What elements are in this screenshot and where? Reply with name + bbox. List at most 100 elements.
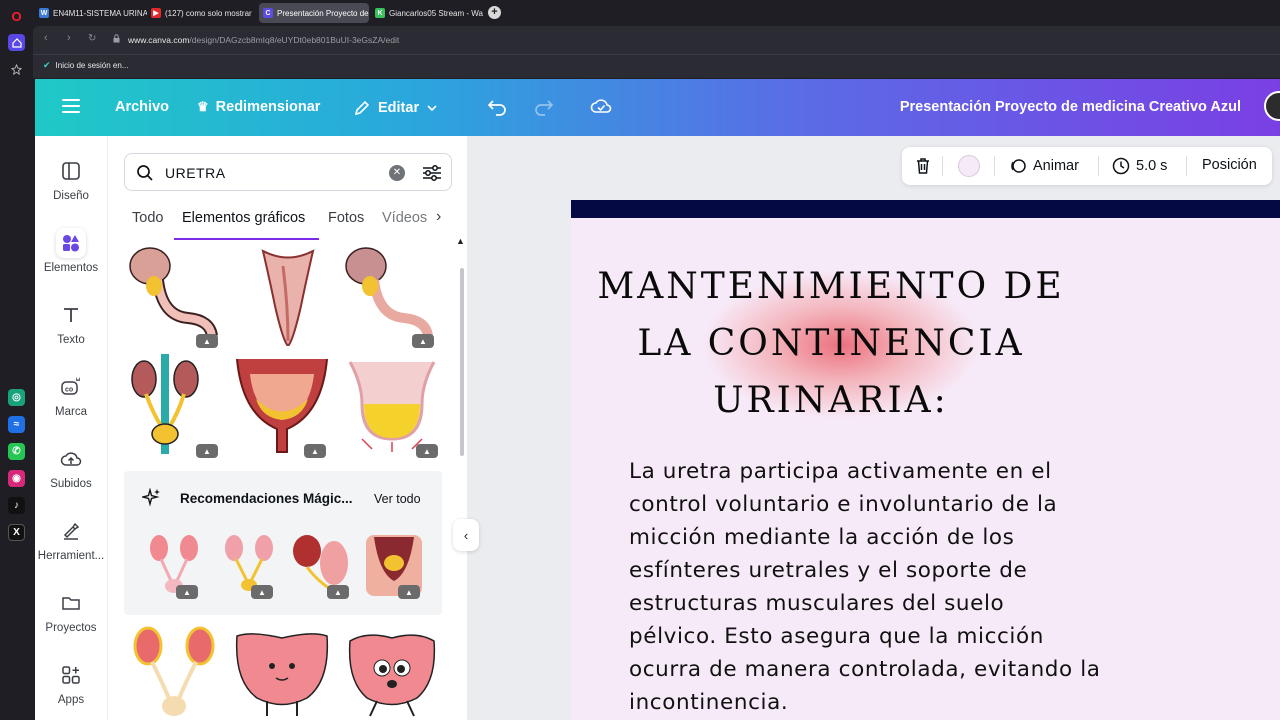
sidebar-item-projects[interactable]: Proyectos	[35, 588, 107, 634]
element-toolbar: Animar 5.0 s Posición	[902, 147, 1272, 185]
opera-logo-icon[interactable]: O	[8, 8, 25, 25]
sidebar-item-elements[interactable]: Elementos	[35, 228, 107, 274]
bookmark-favicon-icon: ✔	[43, 60, 51, 70]
graphic-urinary-system[interactable]: ▲	[128, 354, 218, 458]
archivo-button[interactable]: Archivo	[115, 99, 169, 115]
scroll-up-icon[interactable]: ▲	[456, 236, 465, 246]
bookmark-item[interactable]: ✔ Inicio de sesión en...	[43, 60, 128, 71]
rec-graphic-pelvis[interactable]: ▲	[364, 533, 424, 599]
clear-search-icon[interactable]: ✕	[389, 165, 405, 181]
opera-sidebar: O ◎ ≈ ✆ ◉ ♪ X	[0, 0, 33, 720]
collapse-panel-button[interactable]: ‹	[453, 519, 479, 551]
instagram-icon[interactable]: ◉	[8, 470, 25, 487]
background-color-swatch[interactable]	[958, 155, 980, 177]
magic-recommendations: Recomendaciones Mágic... Ver todo ▲ ▲ ▲ …	[124, 471, 442, 615]
redo-icon[interactable]	[534, 98, 554, 116]
search-icon	[137, 165, 153, 181]
menu-icon[interactable]	[62, 99, 80, 113]
rec-graphic-kidneys[interactable]: ▲	[144, 533, 204, 599]
search-input[interactable]: URETRA ✕	[124, 153, 452, 191]
editor-header: Archivo ♛ Redimensionar Editar Presentac…	[35, 79, 1280, 136]
ver-todo-link[interactable]: Ver todo	[374, 492, 421, 506]
graphic-bladder-section[interactable]	[243, 246, 333, 348]
position-button[interactable]: Posición	[1202, 157, 1257, 173]
sidebar-item-apps[interactable]: Apps	[35, 660, 107, 706]
side-navigation: Diseño Elementos Texto co Marca Subidos …	[35, 136, 107, 720]
pro-badge-icon: ▲	[416, 444, 438, 458]
graphic-urinary-tract[interactable]	[132, 626, 217, 720]
home-icon[interactable]	[8, 34, 25, 51]
chevron-right-icon[interactable]: ›	[436, 208, 441, 226]
tab-todo[interactable]: Todo	[132, 210, 163, 226]
x-icon[interactable]: X	[8, 524, 25, 541]
pro-badge-icon: ▲	[196, 334, 218, 348]
graphic-urethra-male[interactable]: ▲	[128, 246, 218, 348]
new-tab-button[interactable]: +	[488, 6, 501, 19]
bookmarks-bar: ✔ Inicio de sesión en...	[33, 54, 1280, 78]
slide[interactable]: MANTENIMIENTO DE LA CONTINENCIA URINARIA…	[571, 200, 1280, 720]
pencil-icon	[354, 100, 370, 116]
canva-app: Archivo ♛ Redimensionar Editar Presentac…	[35, 79, 1280, 720]
messenger-icon[interactable]: ≈	[8, 416, 25, 433]
reload-icon[interactable]: ↻	[88, 33, 96, 44]
duration-button[interactable]: 5.0 s	[1112, 157, 1167, 175]
whatsapp-icon[interactable]: ✆	[8, 443, 25, 460]
tab-favicon-icon: ▶	[151, 8, 161, 18]
browser-tab-bar: W EN4M11-SISTEMA URINA ▶ (127) como solo…	[33, 0, 1280, 26]
tab-fotos[interactable]: Fotos	[328, 210, 364, 226]
url-field[interactable]: www.canva.com/design/DAGzcb8mIq8/eUYDt0e…	[128, 35, 399, 45]
tiktok-icon[interactable]: ♪	[8, 497, 25, 514]
address-bar: ‹ › ↻ www.canva.com/design/DAGzcb8mIq8/e…	[33, 26, 1280, 54]
slide-body-text[interactable]: La uretra participa activamente en el co…	[629, 455, 1129, 719]
sidebar-item-design[interactable]: Diseño	[35, 156, 107, 202]
browser-tab[interactable]: K Giancarlos05 Stream - Wa	[371, 3, 483, 23]
graphic-bladder-cross[interactable]: ▲	[232, 354, 332, 458]
sidebar-item-text[interactable]: Texto	[35, 300, 107, 346]
sidebar-item-uploads[interactable]: Subidos	[35, 444, 107, 490]
pro-badge-icon: ▲	[196, 444, 218, 458]
animate-button[interactable]: Animar	[1009, 157, 1079, 175]
sidebar-item-brand[interactable]: co Marca	[35, 372, 107, 418]
rec-graphic-kidney-section[interactable]: ▲	[289, 533, 354, 599]
panel-tabs: Todo Elementos gráficos Fotos Vídeos ›	[124, 208, 452, 240]
undo-icon[interactable]	[487, 98, 507, 116]
upload-icon	[56, 444, 86, 474]
browser-tab[interactable]: W EN4M11-SISTEMA URINA	[35, 3, 147, 23]
lock-icon	[113, 34, 120, 43]
text-icon	[56, 300, 86, 330]
sidebar-item-tools[interactable]: Herramient...	[35, 516, 107, 562]
graphic-bladder-urine[interactable]: ▲	[342, 354, 442, 458]
document-title[interactable]: Presentación Proyecto de medicina Creati…	[900, 99, 1241, 115]
trash-icon[interactable]	[914, 157, 932, 175]
edit-button[interactable]: Editar	[353, 99, 438, 117]
pro-badge-icon: ▲	[251, 585, 273, 599]
tab-videos[interactable]: Vídeos	[382, 210, 427, 226]
graphic-bladder-character[interactable]	[342, 626, 442, 720]
cloud-saved-icon[interactable]	[590, 96, 612, 116]
tab-elementos-graficos[interactable]: Elementos gráficos	[182, 210, 305, 226]
browser-tab-active[interactable]: C Presentación Proyecto de	[259, 3, 369, 23]
graphic-urethra-male-2[interactable]: ▲	[344, 246, 434, 348]
slide-heading[interactable]: MANTENIMIENTO DE LA CONTINENCIA URINARIA…	[571, 258, 1091, 429]
active-tab-indicator	[174, 238, 319, 240]
apps-icon	[56, 660, 86, 690]
animate-icon	[1011, 159, 1026, 173]
crown-icon: ♛	[197, 99, 209, 114]
scrollbar[interactable]	[460, 268, 464, 456]
avatar[interactable]	[1264, 91, 1280, 121]
rec-graphic-urinary[interactable]: ▲	[219, 533, 279, 599]
forward-icon[interactable]: ›	[67, 32, 71, 44]
shapes-icon	[56, 228, 86, 258]
folder-icon	[56, 588, 86, 618]
star-icon[interactable]	[8, 61, 25, 78]
resize-button[interactable]: ♛ Redimensionar	[197, 99, 320, 115]
chatgpt-icon[interactable]: ◎	[8, 389, 25, 406]
browser-tab[interactable]: ▶ (127) como solo mostrar	[147, 3, 259, 23]
toolbar-divider	[994, 156, 995, 176]
canvas-area: ‹ Animar 5.0 s Posición MANTENIMIENTO DE	[453, 136, 1280, 720]
pro-badge-icon: ▲	[412, 334, 434, 348]
back-icon[interactable]: ‹	[44, 32, 48, 44]
chevron-down-icon	[427, 105, 437, 112]
filter-icon[interactable]	[422, 164, 442, 182]
graphic-bladder-cartoon[interactable]	[232, 626, 332, 720]
